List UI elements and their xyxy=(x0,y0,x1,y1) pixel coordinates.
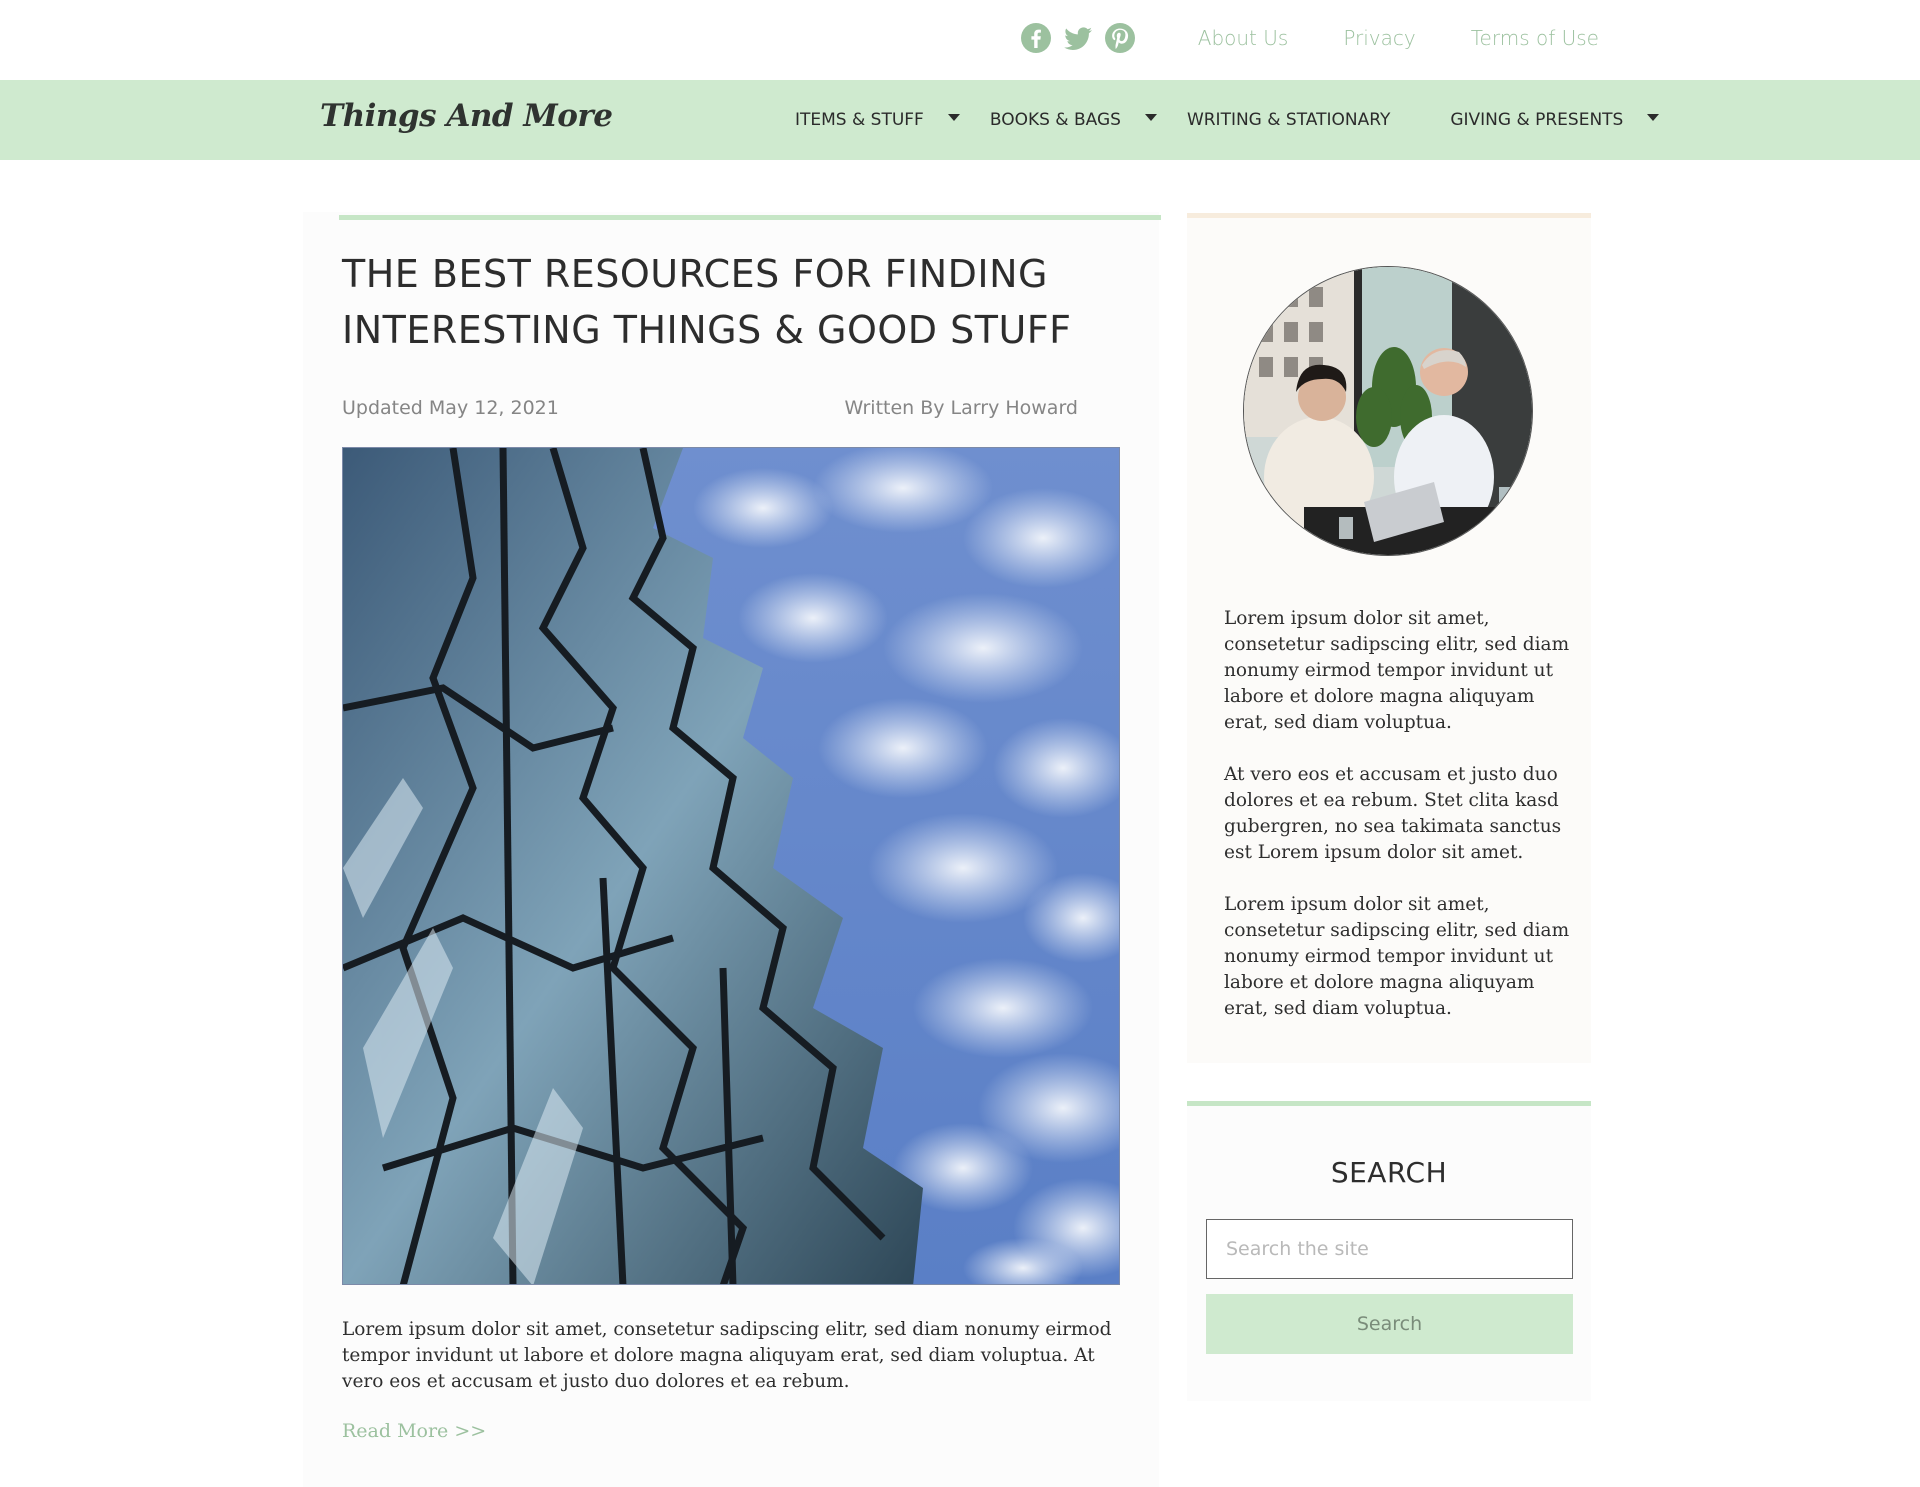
sidebar-search-card: SEARCH Search xyxy=(1187,1101,1591,1401)
main-menu: ITEMS & STUFF BOOKS & BAGS WRITING & STA… xyxy=(795,80,1660,160)
search-button[interactable]: Search xyxy=(1206,1294,1573,1354)
author-avatar-photo xyxy=(1243,266,1533,556)
nav-item-items-stuff[interactable]: ITEMS & STUFF xyxy=(795,110,960,130)
article-card: THE BEST RESOURCES FOR FINDING INTERESTI… xyxy=(303,212,1161,1487)
read-more-link[interactable]: Read More >> xyxy=(342,1420,486,1442)
privacy-link[interactable]: Privacy xyxy=(1343,26,1415,50)
article-excerpt: Lorem ipsum dolor sit amet, consetetur s… xyxy=(342,1319,1112,1392)
pinterest-icon[interactable] xyxy=(1104,22,1136,54)
article-title-line: INTERESTING THINGS & GOOD STUFF xyxy=(342,308,1072,352)
search-heading: SEARCH xyxy=(1330,1156,1448,1189)
terms-of-use-link[interactable]: Terms of Use xyxy=(1471,26,1599,50)
nav-item-label: GIVING & PRESENTS xyxy=(1450,110,1624,130)
about-us-link[interactable]: About Us xyxy=(1198,26,1289,50)
about-paragraph: Lorem ipsum dolor sit amet, consetetur s… xyxy=(1224,608,1570,733)
social-links xyxy=(1020,22,1136,54)
nav-item-writing-stationary[interactable]: WRITING & STATIONARY xyxy=(1187,110,1390,130)
search-accent-bar xyxy=(1187,1101,1591,1106)
article-accent-bar xyxy=(339,215,1161,220)
nav-item-books-bags[interactable]: BOOKS & BAGS xyxy=(990,110,1157,130)
article-updated-date: Updated May 12, 2021 xyxy=(342,397,559,419)
search-input[interactable] xyxy=(1206,1219,1573,1279)
nav-item-giving-presents[interactable]: GIVING & PRESENTS xyxy=(1450,110,1660,130)
top-utility-bar: About Us Privacy Terms of Use xyxy=(0,0,1920,80)
about-paragraph: Lorem ipsum dolor sit amet, consetetur s… xyxy=(1224,894,1570,1019)
article-hero-image[interactable] xyxy=(342,447,1120,1285)
article-title-line: THE BEST RESOURCES FOR FINDING xyxy=(342,252,1048,296)
about-accent-bar xyxy=(1187,213,1591,218)
about-paragraph: At vero eos et accusam et justo duo dolo… xyxy=(1224,764,1562,863)
sidebar-about-card: Lorem ipsum dolor sit amet, consetetur s… xyxy=(1187,213,1591,1063)
chevron-down-icon[interactable] xyxy=(1144,113,1157,121)
site-logo[interactable]: Things And More xyxy=(320,98,613,134)
main-nav-bar: Things And More ITEMS & STUFF BOOKS & BA… xyxy=(0,80,1920,160)
article-title[interactable]: THE BEST RESOURCES FOR FINDING INTERESTI… xyxy=(342,246,1102,358)
about-text: Lorem ipsum dolor sit amet, consetetur s… xyxy=(1224,606,1574,1048)
nav-item-label: BOOKS & BAGS xyxy=(989,110,1121,130)
nav-item-label: ITEMS & STUFF xyxy=(795,110,924,130)
twitter-icon[interactable] xyxy=(1062,22,1094,54)
facebook-icon[interactable] xyxy=(1020,22,1052,54)
article-author: Written By Larry Howard xyxy=(844,397,1078,419)
top-links: About Us Privacy Terms of Use xyxy=(1198,26,1599,50)
chevron-down-icon[interactable] xyxy=(1647,113,1660,121)
nav-item-label: WRITING & STATIONARY xyxy=(1186,110,1391,130)
chevron-down-icon[interactable] xyxy=(947,113,960,121)
